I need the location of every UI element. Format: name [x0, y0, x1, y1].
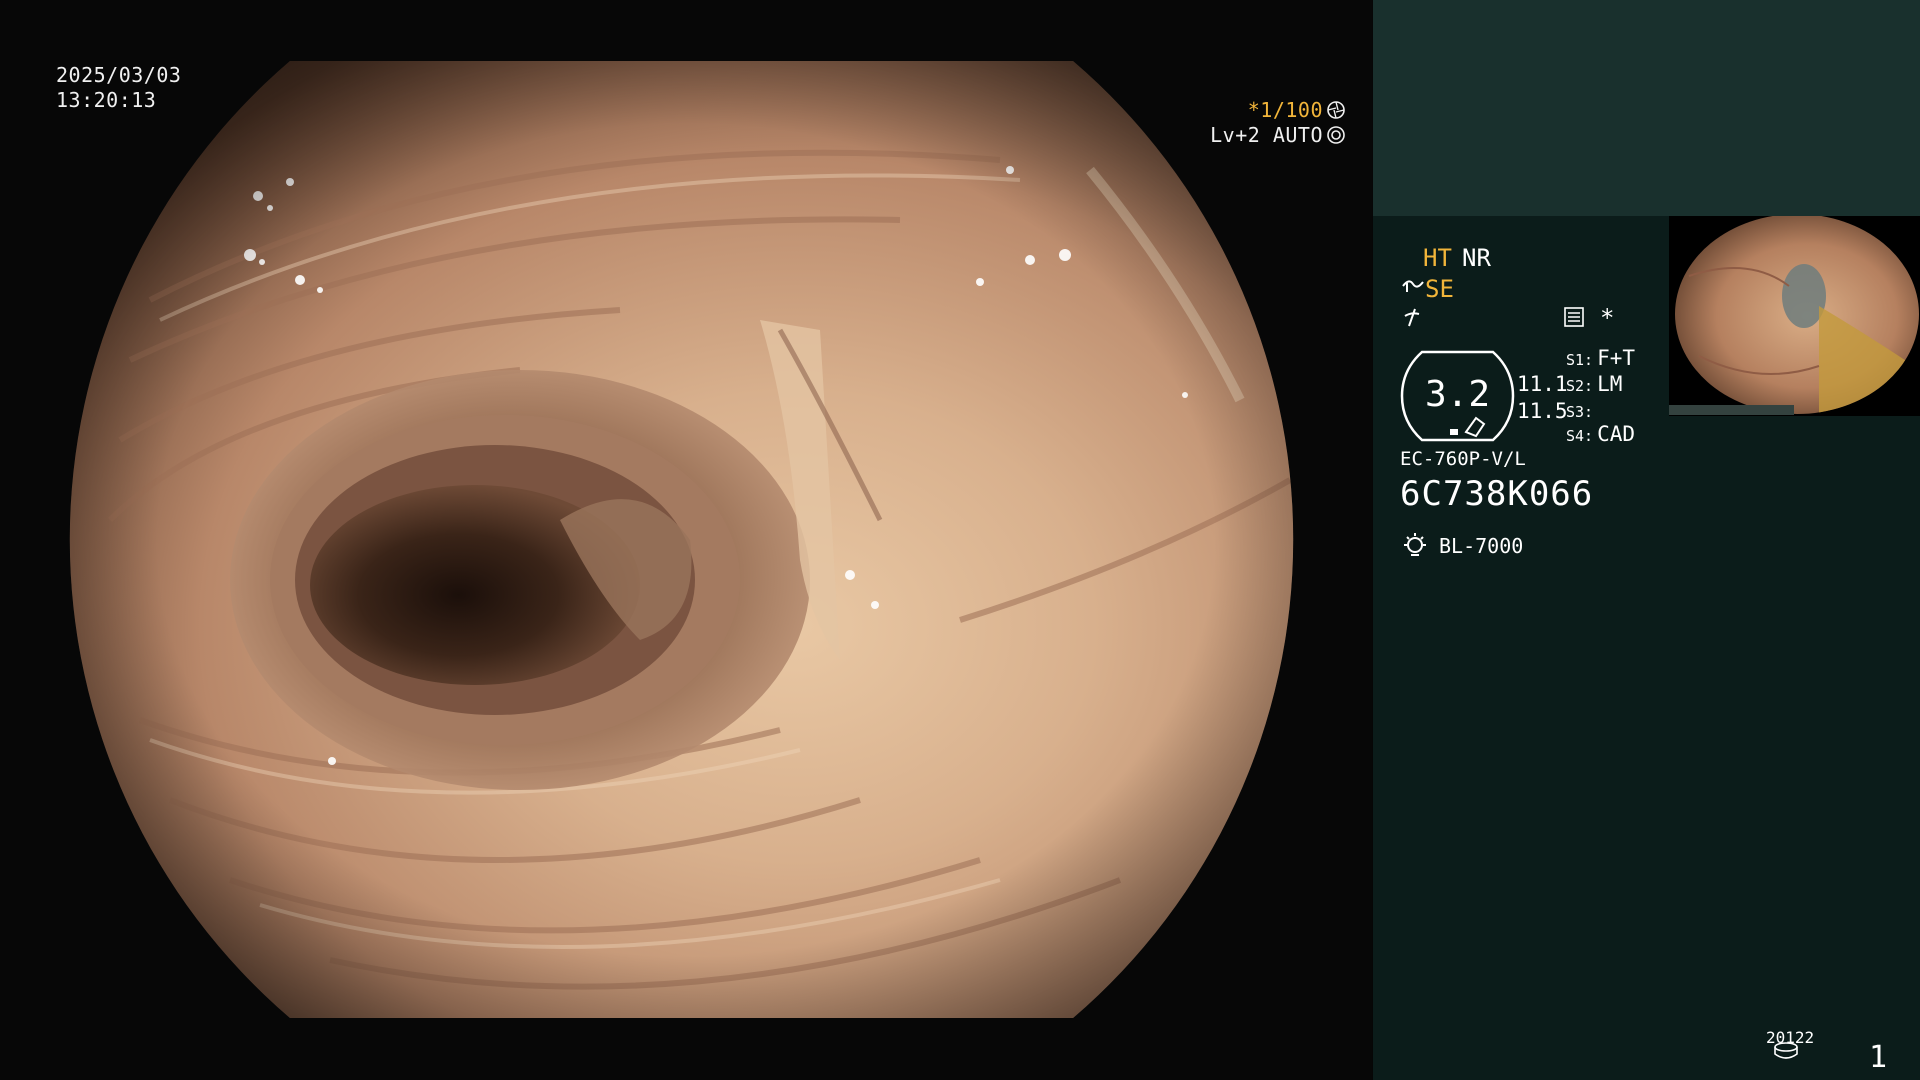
image-counter: 20122: [1766, 1028, 1815, 1047]
scope-model: EC-760P-V/L: [1400, 448, 1526, 470]
slot-key: S2:: [1566, 377, 1594, 395]
slot-1: S1: F+T: [1566, 346, 1635, 370]
slot-value: LM: [1597, 372, 1623, 396]
aperture-icon: [1327, 101, 1345, 119]
slot-4: S4: CAD: [1566, 422, 1635, 446]
thumbnail-bar: [1669, 405, 1794, 415]
noise-filter-icon: [1404, 308, 1420, 327]
slot-value: F+T: [1597, 346, 1636, 370]
time-text: 13:20:13: [56, 88, 157, 112]
menu-icon: [1564, 307, 1584, 327]
iris-icon: [1327, 126, 1345, 144]
slot-value: CAD: [1597, 422, 1636, 446]
structure-enhance-icon: [1402, 280, 1424, 292]
endoscope-image: [69, 61, 1294, 1018]
capture-thumbnail[interactable]: [1669, 216, 1920, 416]
shutter-row: *1/100: [1210, 98, 1346, 123]
ht-label: HT: [1423, 244, 1452, 272]
value-1: 11.1: [1517, 372, 1568, 396]
slot-key: S4:: [1566, 427, 1594, 445]
light-bulb-icon: [1404, 533, 1426, 556]
slot-key: S1:: [1566, 351, 1594, 369]
exposure-info: *1/100 Lv+2 AUTO: [1210, 98, 1346, 148]
page-number: 1: [1869, 1040, 1888, 1075]
se-label: SE: [1425, 275, 1454, 303]
star-icon: *: [1600, 304, 1615, 332]
slot-3: S3:: [1566, 398, 1597, 422]
slot-key: S3:: [1566, 403, 1594, 421]
shutter-speed: 1/100: [1260, 98, 1323, 122]
light-source: BL-7000: [1439, 534, 1524, 558]
info-header: [1373, 0, 1920, 216]
level-row: Lv+2 AUTO: [1210, 123, 1346, 148]
date-time: 2025/03/03 13:20:13: [56, 63, 181, 113]
info-panel: HT NR SE * 3.2 11.1 11.5 S1: F+T S2: LM S3…: [1373, 0, 1920, 1080]
nr-label: NR: [1462, 244, 1491, 272]
date-text: 2025/03/03: [56, 63, 182, 87]
scope-serial: 6C738K066: [1400, 474, 1594, 514]
shutter-marker: *: [1247, 98, 1261, 122]
endoscope-view: 2025/03/03 13:20:13 *1/100 Lv+2 AUTO: [0, 0, 1372, 1080]
auto-text: AUTO: [1272, 123, 1323, 147]
endoscopy-screen: 2025/03/03 13:20:13 *1/100 Lv+2 AUTO HT …: [0, 0, 1920, 1080]
gauge-value: 3.2: [1424, 374, 1491, 415]
level-text: Lv+2: [1210, 123, 1261, 147]
thumbnail-image: [1675, 216, 1919, 414]
slot-2: S2: LM: [1566, 372, 1622, 396]
value-2: 11.5: [1517, 399, 1568, 423]
